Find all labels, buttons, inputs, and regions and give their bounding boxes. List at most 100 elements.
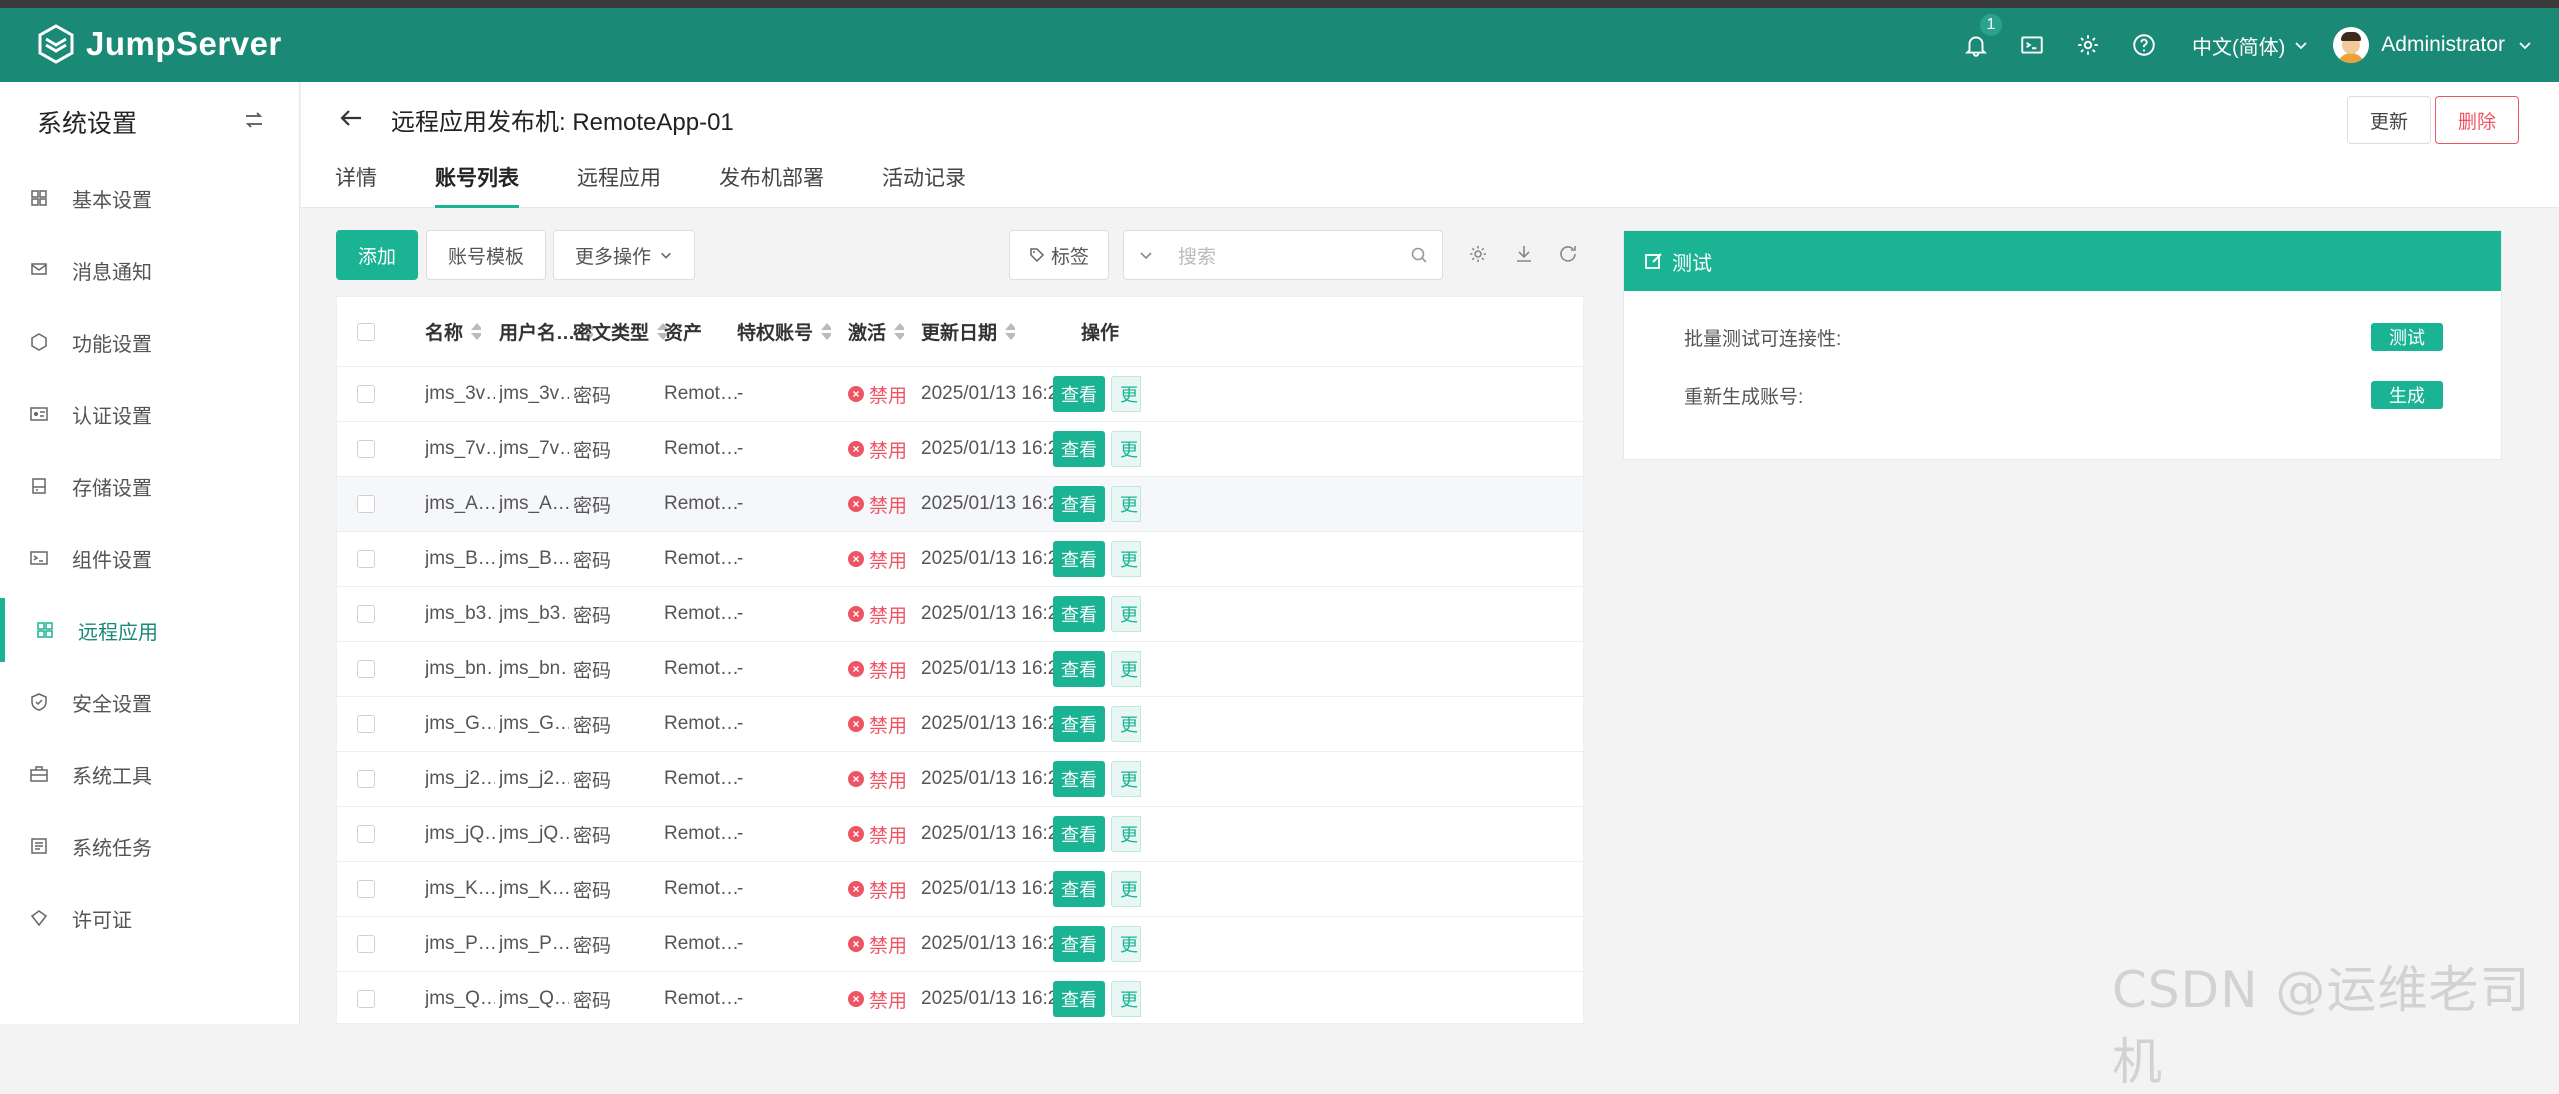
status-badge: × 禁用: [848, 422, 907, 476]
sidebar-collapse-toggle[interactable]: [243, 109, 265, 136]
table-row[interactable]: jms_B… jms_B… 密码 Remot… - × 禁用 2025/01/13 16:27…: [337, 532, 1583, 587]
update-row-button[interactable]: 更: [1111, 816, 1141, 852]
account-template-button[interactable]: 账号模板: [426, 230, 546, 280]
column-header[interactable]: 名称: [425, 297, 482, 366]
sidebar-item-8[interactable]: 系统工具: [0, 738, 299, 810]
update-row-button[interactable]: 更: [1111, 926, 1141, 962]
sidebar-item-3[interactable]: 认证设置: [0, 378, 299, 450]
sidebar-item-1[interactable]: 消息通知: [0, 234, 299, 306]
view-button[interactable]: 查看: [1053, 706, 1105, 742]
web-terminal-button[interactable]: [2004, 8, 2060, 82]
sidebar-item-10[interactable]: 许可证: [0, 882, 299, 954]
more-actions-dropdown[interactable]: 更多操作: [553, 230, 695, 280]
notification-bell[interactable]: 1: [1948, 8, 2004, 82]
sidebar-item-2[interactable]: 功能设置: [0, 306, 299, 378]
update-row-button[interactable]: 更: [1111, 706, 1141, 742]
account-name: jms_j2…: [425, 768, 495, 789]
row-checkbox[interactable]: [357, 715, 375, 733]
table-row[interactable]: jms_b3…jms_b3…密码Remot…-×禁用2025/01/13 16:…: [337, 587, 1583, 642]
tab-2[interactable]: 远程应用: [577, 162, 661, 208]
update-row-button[interactable]: 更: [1111, 981, 1141, 1017]
delete-button[interactable]: 删除: [2435, 96, 2519, 144]
update-row-button[interactable]: 更: [1111, 651, 1141, 687]
back-arrow-icon[interactable]: [337, 104, 365, 132]
sidebar-item-4[interactable]: 存储设置: [0, 450, 299, 522]
sidebar-item-9[interactable]: 系统任务: [0, 810, 299, 882]
update-row-button[interactable]: 更: [1111, 596, 1141, 632]
update-row-button[interactable]: 更: [1111, 871, 1141, 907]
view-button[interactable]: 查看: [1053, 431, 1105, 467]
privileged-flag: -: [737, 988, 744, 1009]
view-button[interactable]: 查看: [1053, 541, 1105, 577]
row-checkbox[interactable]: [357, 550, 375, 568]
tab-0[interactable]: 详情: [335, 162, 377, 208]
sidebar-item-6[interactable]: 远程应用: [0, 594, 299, 666]
tab-4[interactable]: 活动记录: [882, 162, 966, 208]
table-row[interactable]: jms_K… jms_K… 密码 Remot… - × 禁用 2025/01/13 16:27…: [337, 862, 1583, 917]
column-header[interactable]: 激活: [848, 297, 905, 366]
test-connectivity-button[interactable]: 测试: [2371, 323, 2443, 351]
row-checkbox[interactable]: [357, 825, 375, 843]
view-button[interactable]: 查看: [1053, 981, 1105, 1017]
table-row[interactable]: jms_A… jms_A… 密码 Remot… - × 禁用 2025/01/13 16:27…: [337, 477, 1583, 532]
status-badge: × 禁用: [848, 862, 907, 916]
column-header: 操作: [1081, 323, 1120, 344]
view-button[interactable]: 查看: [1053, 926, 1105, 962]
view-button[interactable]: 查看: [1053, 486, 1105, 522]
row-actions: 查看更: [1053, 807, 1141, 861]
settings-button[interactable]: [2060, 8, 2116, 82]
sidebar-item-0[interactable]: 基本设置: [0, 162, 299, 234]
view-button[interactable]: 查看: [1053, 816, 1105, 852]
row-checkbox[interactable]: [357, 440, 375, 458]
column-header[interactable]: 更新日期: [921, 297, 1016, 366]
table-row[interactable]: jms_j2… jms_j2… 密码 Remot… - × 禁用 2025/01/13 16:…: [337, 752, 1583, 807]
row-checkbox[interactable]: [357, 880, 375, 898]
update-row-button[interactable]: 更: [1111, 431, 1141, 467]
tab-3[interactable]: 发布机部署: [719, 162, 824, 208]
disabled-x-icon: ×: [848, 661, 864, 677]
table-row[interactable]: jms_7v…jms_7v…密码Remot…-×禁用2025/01/13 16:…: [337, 422, 1583, 477]
view-button[interactable]: 查看: [1053, 651, 1105, 687]
column-header[interactable]: 特权账号: [737, 297, 832, 366]
sidebar-item-5[interactable]: 组件设置: [0, 522, 299, 594]
tab-1[interactable]: 账号列表: [435, 162, 519, 208]
row-checkbox[interactable]: [357, 935, 375, 953]
update-row-button[interactable]: 更: [1111, 486, 1141, 522]
view-button[interactable]: 查看: [1053, 596, 1105, 632]
row-checkbox[interactable]: [357, 495, 375, 513]
table-row[interactable]: jms_P… jms_P… 密码 Remot… - × 禁用 2025/01/13 16:27…: [337, 917, 1583, 972]
table-row[interactable]: jms_3v…jms_3v…密码Remot…-×禁用2025/01/13 16:…: [337, 367, 1583, 422]
table-row[interactable]: jms_bn…jms_bn…密码Remot…-×禁用2025/01/13 16:…: [337, 642, 1583, 697]
row-checkbox[interactable]: [357, 385, 375, 403]
select-all-checkbox[interactable]: [357, 322, 375, 341]
refresh-icon[interactable]: [1556, 242, 1580, 266]
view-button[interactable]: 查看: [1053, 761, 1105, 797]
row-checkbox[interactable]: [357, 990, 375, 1008]
add-button[interactable]: 添加: [336, 230, 418, 280]
column-settings-icon[interactable]: [1466, 242, 1490, 266]
help-button[interactable]: [2116, 8, 2172, 82]
search-input[interactable]: 搜索: [1123, 230, 1443, 280]
row-checkbox[interactable]: [357, 605, 375, 623]
update-button[interactable]: 更新: [2347, 96, 2431, 144]
chevron-down-icon[interactable]: [1138, 247, 1154, 263]
view-button[interactable]: 查看: [1053, 871, 1105, 907]
view-button[interactable]: 查看: [1053, 376, 1105, 412]
generate-button[interactable]: 生成: [2371, 381, 2443, 409]
table-row[interactable]: jms_Q… jms_Q… 密码 Remot… - × 禁用 2025/01/13 16:27…: [337, 972, 1583, 1023]
update-row-button[interactable]: 更: [1111, 761, 1141, 797]
sidebar-item-7[interactable]: 安全设置: [0, 666, 299, 738]
column-header[interactable]: 密文类型: [573, 297, 668, 366]
download-icon[interactable]: [1512, 242, 1536, 266]
account-name: jms_jQ…: [425, 823, 495, 844]
table-row[interactable]: jms_G… jms_G… 密码 Remot… - × 禁用 2025/01/13 16:27…: [337, 697, 1583, 752]
row-checkbox[interactable]: [357, 660, 375, 678]
update-row-button[interactable]: 更: [1111, 541, 1141, 577]
row-checkbox[interactable]: [357, 770, 375, 788]
update-row-button[interactable]: 更: [1111, 376, 1141, 412]
tag-filter-button[interactable]: 标签: [1009, 230, 1109, 280]
language-selector[interactable]: 中文(简体): [2192, 31, 2309, 60]
table-row[interactable]: jms_jQ…jms_jQ…密码Remot…-×禁用2025/01/13 16:…: [337, 807, 1583, 862]
user-menu[interactable]: Administrator: [2333, 27, 2533, 63]
app-logo[interactable]: JumpServer: [36, 24, 282, 64]
